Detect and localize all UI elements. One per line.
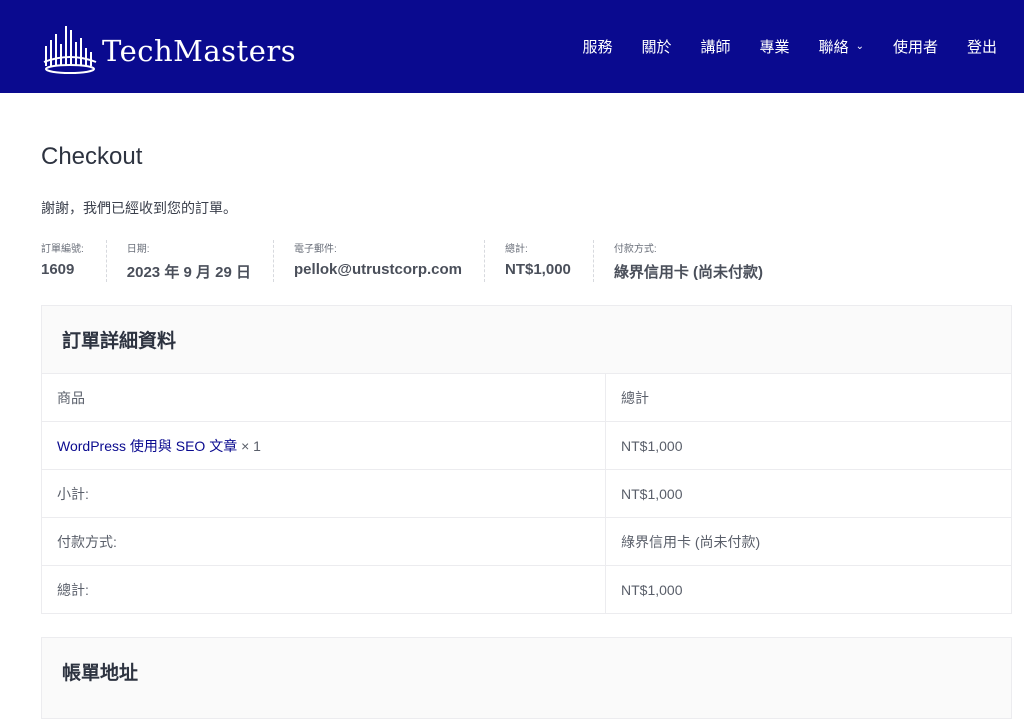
thanks-message: 謝謝，我們已經收到您的訂單。 [41, 200, 237, 216]
overview-value: 1609 [41, 261, 75, 278]
main-nav: 服務 關於 講師 專業 聯絡 ⌄ 使用者 登出 [554, 36, 998, 57]
nav-label: 關於 [641, 39, 672, 56]
logo-building-icon [43, 26, 97, 74]
order-total: 總計: NT$1,000 [505, 240, 594, 282]
overview-value: 綠界信用卡 (尚未付款) [613, 264, 764, 281]
total-label: 總計: [42, 565, 606, 613]
page-title: Checkout [41, 143, 143, 170]
order-number: 訂單編號: 1609 [41, 240, 107, 282]
product-link[interactable]: WordPress 使用與 SEO 文章 [57, 438, 237, 454]
nav-expertise[interactable]: 專業 [760, 36, 790, 57]
site-logo[interactable]: TechMasters [42, 22, 296, 78]
product-quantity: × 1 [241, 437, 261, 454]
column-header-product: 商品 [42, 373, 606, 422]
table-header-row: 商品 總計 [42, 373, 1011, 422]
table-row: 付款方式: 綠界信用卡 (尚未付款) [42, 517, 1011, 566]
overview-label: 付款方式: [613, 244, 657, 255]
order-details-title: 訂單詳細資料 [62, 331, 177, 352]
order-details-table: 商品 總計 WordPress 使用與 SEO 文章 × 1 NT$1,000 … [42, 373, 1011, 613]
payment-method-value: 綠界信用卡 (尚未付款) [605, 517, 1011, 566]
nav-about[interactable]: 關於 [642, 36, 672, 57]
nav-label: 講師 [700, 39, 731, 56]
billing-address-title: 帳單地址 [62, 663, 139, 684]
order-email: 電子郵件: pellok@utrustcorp.com [294, 240, 485, 282]
nav-label: 使用者 [892, 39, 938, 56]
total-value: NT$1,000 [605, 565, 1011, 613]
nav-label: 專業 [759, 39, 790, 56]
table-row: WordPress 使用與 SEO 文章 × 1 NT$1,000 [42, 421, 1011, 470]
order-details-card: 訂單詳細資料 商品 總計 WordPress 使用與 SEO 文章 × 1 NT… [41, 305, 1012, 614]
product-cell: WordPress 使用與 SEO 文章 × 1 [42, 421, 606, 470]
nav-label: 服務 [582, 39, 613, 56]
overview-value: pellok@utrustcorp.com [294, 261, 462, 278]
overview-label: 電子郵件: [294, 244, 337, 255]
order-date: 日期: 2023 年 9 月 29 日 [126, 240, 275, 282]
product-total: NT$1,000 [605, 421, 1011, 470]
nav-contact[interactable]: 聯絡 ⌄ [819, 36, 864, 57]
column-header-total: 總計 [605, 373, 1011, 422]
table-row: 總計: NT$1,000 [42, 565, 1011, 613]
overview-label: 訂單編號: [41, 244, 84, 255]
site-header: TechMasters 服務 關於 講師 專業 聯絡 ⌄ 使用者 登出 [0, 0, 1024, 93]
nav-instructors[interactable]: 講師 [701, 36, 731, 57]
subtotal-value: NT$1,000 [605, 469, 1011, 518]
order-overview: 訂單編號: 1609 日期: 2023 年 9 月 29 日 電子郵件: pel… [41, 240, 805, 282]
nav-logout[interactable]: 登出 [967, 36, 997, 57]
table-row: 小計: NT$1,000 [42, 469, 1011, 518]
subtotal-label: 小計: [42, 469, 606, 518]
order-payment-method: 付款方式: 綠界信用卡 (尚未付款) [614, 240, 785, 282]
nav-label: 登出 [966, 39, 997, 56]
nav-services[interactable]: 服務 [583, 36, 613, 57]
overview-value: 2023 年 9 月 29 日 [126, 264, 252, 281]
overview-label: 日期: [126, 244, 150, 255]
chevron-down-icon: ⌄ [855, 41, 864, 52]
billing-address-card: 帳單地址 [41, 637, 1012, 719]
logo-text: TechMasters [102, 34, 297, 68]
payment-method-label: 付款方式: [42, 517, 606, 566]
nav-label: 聯絡 [818, 39, 849, 56]
overview-label: 總計: [505, 244, 528, 255]
nav-user[interactable]: 使用者 [893, 36, 938, 57]
overview-value: NT$1,000 [505, 261, 571, 278]
